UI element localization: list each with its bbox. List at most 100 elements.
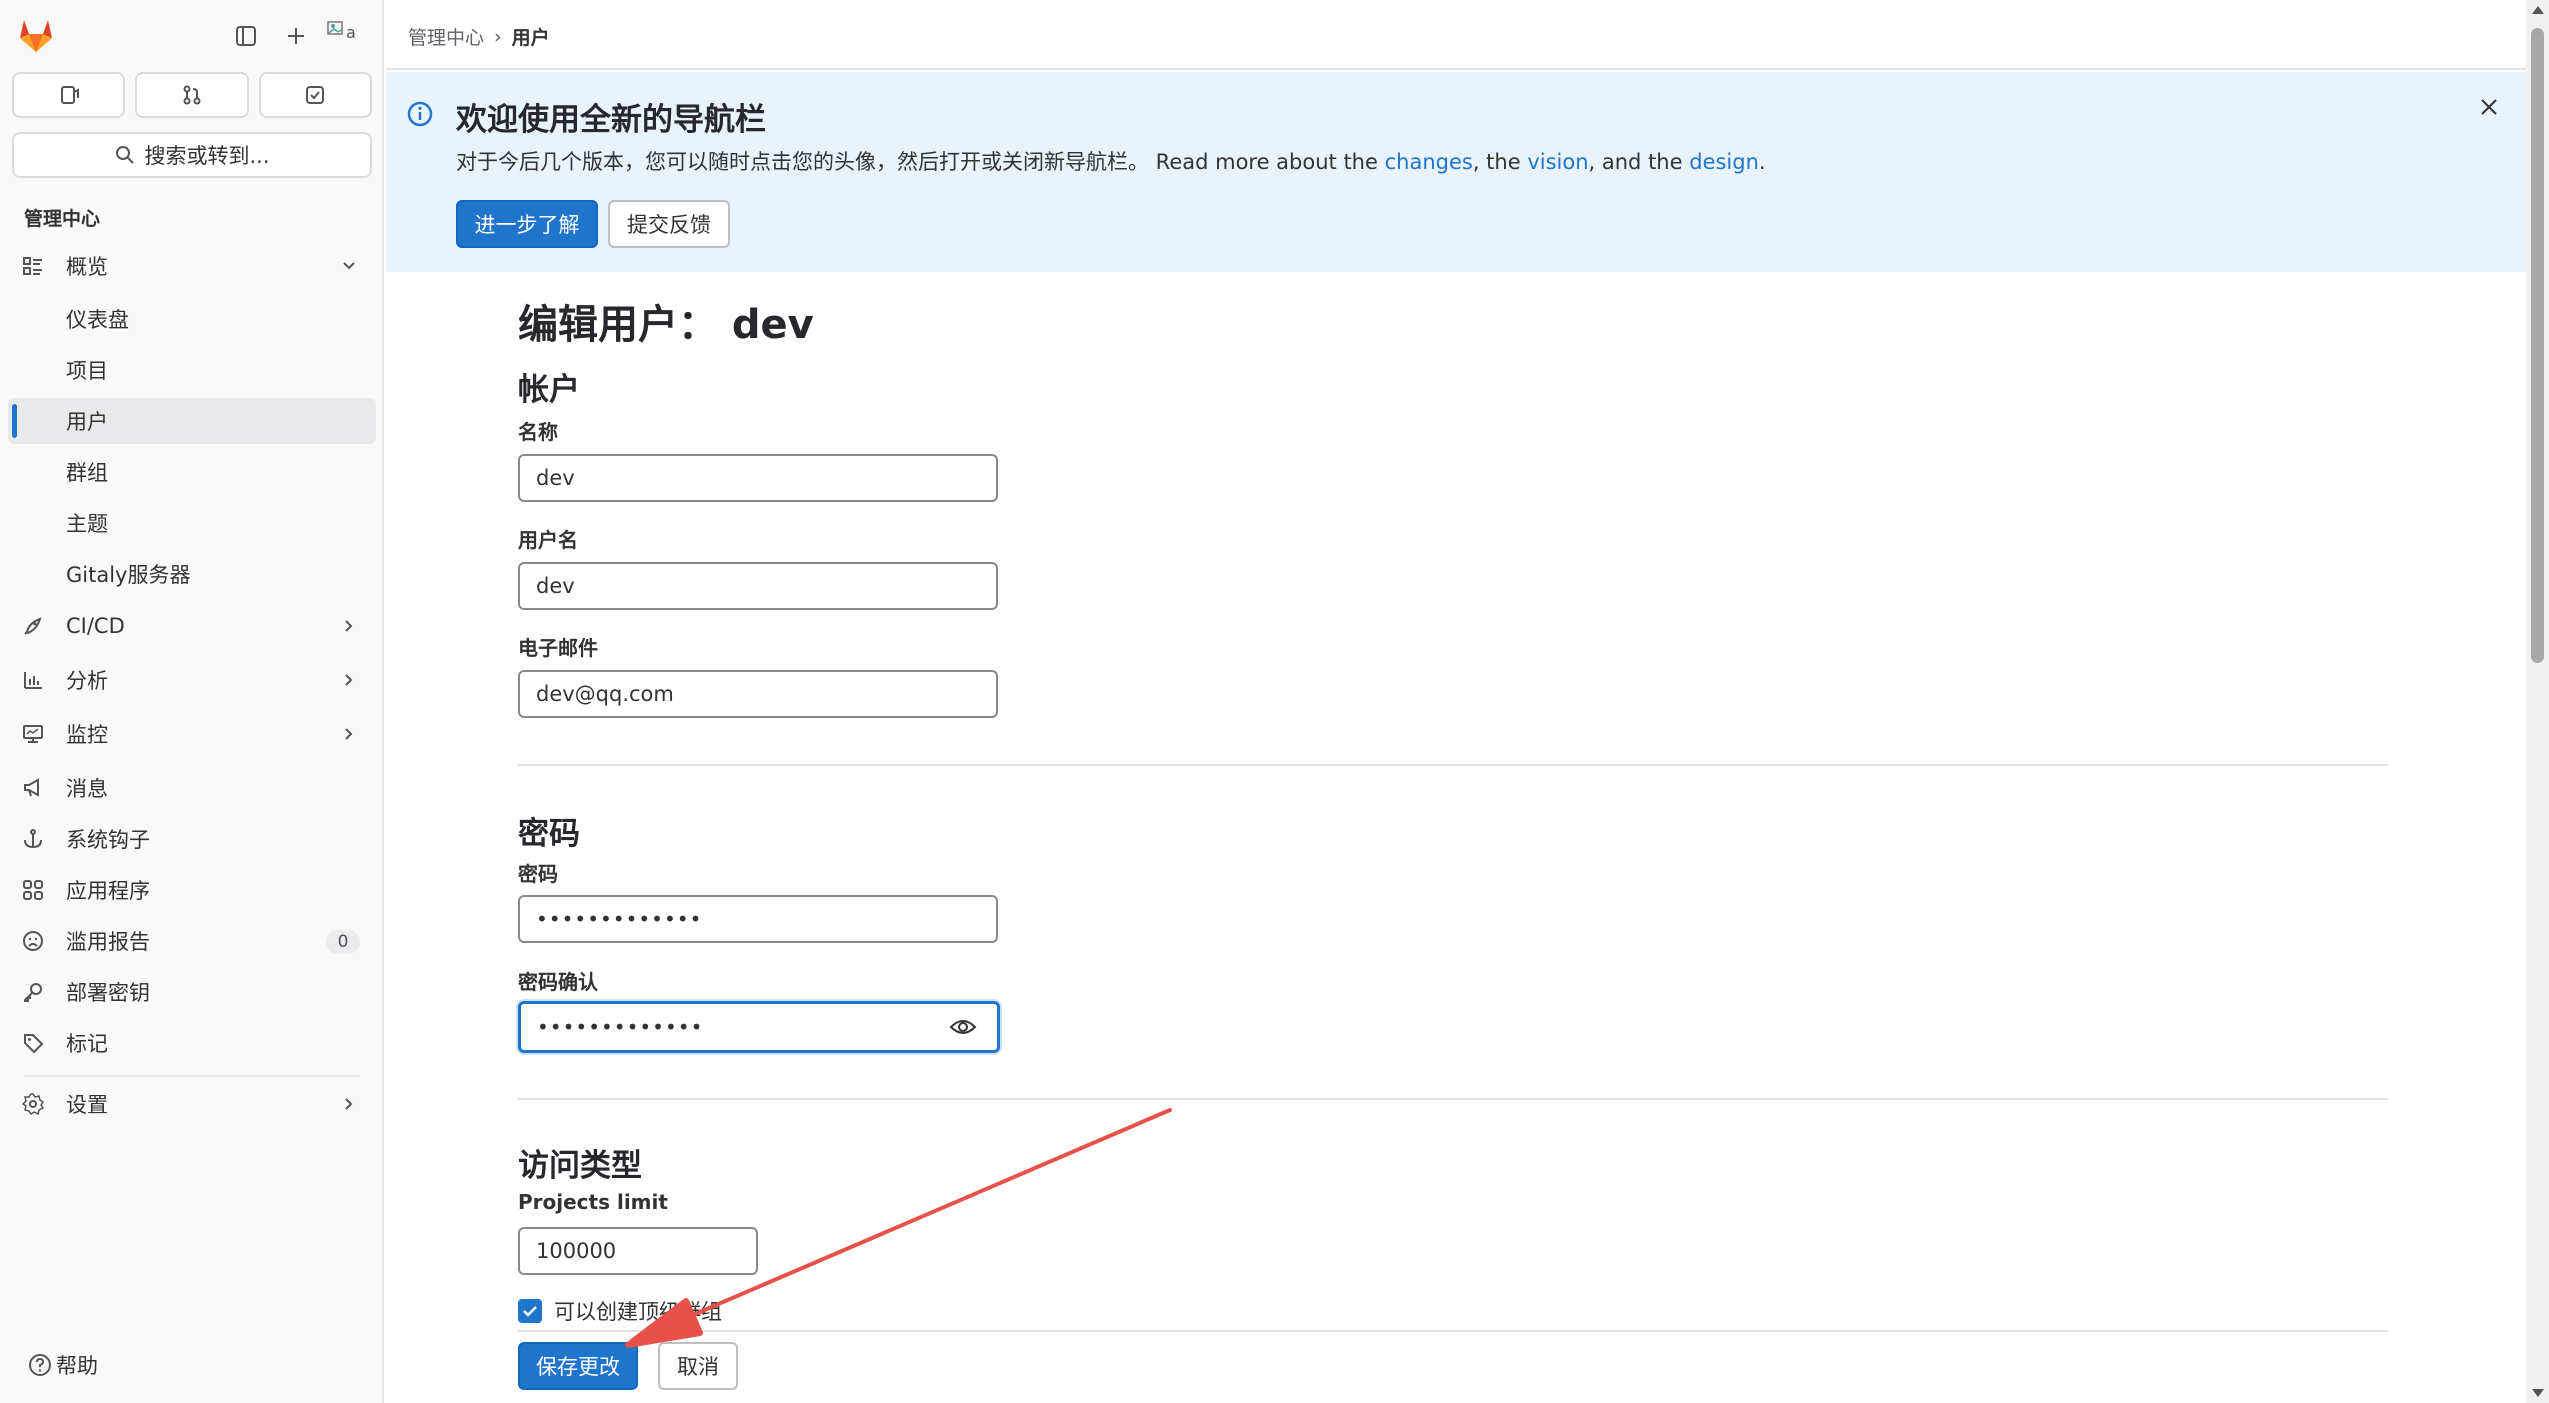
design-link[interactable]: design (1689, 150, 1759, 174)
chevron-right-icon (338, 1093, 360, 1120)
password-confirm-field[interactable]: ••••••••••••• (518, 1001, 1000, 1053)
sidebar-item-system-hooks[interactable]: 系统钩子 (8, 816, 376, 862)
learn-more-button[interactable]: 进一步了解 (456, 200, 598, 248)
sidebar: a 搜索或转到... 管理中心 概览 仪表盘 项目 用户 群组 主题 Gital… (0, 0, 384, 1403)
chevron-right-icon (338, 669, 360, 696)
sidebar-item-label: 系统钩子 (66, 828, 150, 852)
sidebar-item-deploy-keys[interactable]: 部署密钥 (8, 969, 376, 1015)
sidebar-item-label: 应用程序 (66, 879, 150, 903)
new-navigation-banner: 欢迎使用全新的导航栏 对于今后几个版本，您可以随时点击您的头像，然后打开或关闭新… (386, 72, 2526, 272)
sidebar-item-label: 仪表盘 (66, 308, 129, 332)
sidebar-item-dashboard[interactable]: 仪表盘 (8, 296, 376, 342)
quick-actions (12, 72, 372, 118)
sidebar-top: a (0, 0, 384, 70)
label-icon (22, 1032, 62, 1054)
megaphone-icon (22, 777, 62, 799)
close-icon[interactable] (2478, 96, 2500, 124)
sidebar-item-label: 分析 (66, 669, 108, 693)
sidebar-item-label: 设置 (66, 1093, 108, 1117)
sidebar-item-labels[interactable]: 标记 (8, 1020, 376, 1066)
todos-button[interactable] (258, 72, 372, 118)
sidebar-item-label: CI/CD (66, 614, 125, 638)
banner-text-mid: , and the (1588, 150, 1690, 174)
cancel-button[interactable]: 取消 (658, 1342, 738, 1390)
chevron-down-icon (338, 255, 360, 282)
can-create-group-label[interactable]: 可以创建顶级群组 (554, 1296, 722, 1326)
search-icon (116, 146, 135, 164)
password-section-title: 密码 (518, 816, 580, 852)
sidebar-item-overview[interactable]: 概览 (8, 243, 376, 289)
can-create-group-row: 可以创建顶级群组 (518, 1296, 722, 1326)
scrollbar-thumb[interactable] (2531, 28, 2544, 663)
feedback-button[interactable]: 提交反馈 (608, 200, 730, 248)
top-bar: 管理中心 › 用户 (386, 0, 2526, 70)
email-label: 电子邮件 (518, 636, 598, 660)
sidebar-item-messages[interactable]: 消息 (8, 765, 376, 811)
sidebar-item-label: 用户 (66, 410, 108, 434)
scroll-up-arrow-icon[interactable] (2532, 6, 2544, 14)
scrollbar[interactable] (2526, 0, 2549, 1403)
sidebar-item-groups[interactable]: 群组 (8, 449, 376, 495)
help-label: 帮助 (56, 1354, 98, 1378)
email-field[interactable]: dev@qq.com (518, 670, 998, 718)
sidebar-item-topics[interactable]: 主题 (8, 500, 376, 546)
collapse-sidebar-icon[interactable] (226, 16, 266, 56)
info-icon (406, 100, 434, 134)
monitor-icon (22, 723, 62, 745)
rocket-icon (22, 615, 62, 637)
sidebar-item-label: 监控 (66, 723, 108, 747)
gitlab-logo-icon[interactable] (16, 16, 56, 54)
name-field[interactable]: dev (518, 454, 998, 502)
sidebar-item-cicd[interactable]: CI/CD (8, 603, 376, 649)
breadcrumb-current[interactable]: 用户 (512, 23, 550, 50)
projects-limit-field[interactable]: 100000 (518, 1227, 758, 1275)
section-divider (518, 1330, 2388, 1332)
sidebar-item-gitaly[interactable]: Gitaly服务器 (8, 551, 376, 597)
check-icon (523, 1306, 537, 1317)
email-value: dev@qq.com (536, 682, 674, 706)
changes-link[interactable]: changes (1385, 150, 1473, 174)
sidebar-item-projects[interactable]: 项目 (8, 347, 376, 393)
sidebar-item-label: 滥用报告 (66, 930, 150, 954)
issues-icon (60, 86, 79, 104)
anchor-icon (22, 828, 62, 850)
breadcrumb-admin-link[interactable]: 管理中心 (408, 23, 484, 50)
password-field[interactable]: ••••••••••••• (518, 895, 998, 943)
sidebar-divider (24, 1075, 360, 1077)
sidebar-item-analytics[interactable]: 分析 (8, 657, 376, 703)
sidebar-item-applications[interactable]: 应用程序 (8, 867, 376, 913)
help-button[interactable]: 帮助 (28, 1350, 98, 1380)
projects-limit-label: Projects limit (518, 1190, 668, 1214)
issues-button[interactable] (12, 72, 126, 118)
search-label: 搜索或转到... (144, 144, 270, 168)
banner-text-end: . (1758, 150, 1766, 174)
sidebar-item-settings[interactable]: 设置 (8, 1081, 376, 1127)
merge-requests-button[interactable] (135, 72, 249, 118)
sidebar-section-title: 管理中心 (24, 208, 101, 230)
projects-limit-value: 100000 (536, 1239, 617, 1263)
sidebar-item-abuse-reports[interactable]: 滥用报告 0 (8, 918, 376, 964)
avatar[interactable]: a (326, 18, 366, 54)
chevron-right-icon (338, 723, 360, 750)
can-create-group-checkbox[interactable] (518, 1299, 542, 1323)
eye-icon[interactable] (949, 1016, 977, 1043)
save-button[interactable]: 保存更改 (518, 1342, 638, 1390)
search-button[interactable]: 搜索或转到... (12, 132, 372, 178)
vision-link[interactable]: vision (1527, 150, 1588, 174)
password-label: 密码 (518, 862, 558, 886)
edit-user-form: 编辑用户： dev 帐户 名称 dev 用户名 dev 电子邮件 dev@qq.… (386, 272, 2526, 1403)
sidebar-item-monitoring[interactable]: 监控 (8, 711, 376, 757)
username-field[interactable]: dev (518, 562, 998, 610)
overview-icon (22, 255, 62, 277)
scroll-down-arrow-icon[interactable] (2532, 1389, 2544, 1397)
sidebar-item-users[interactable]: 用户 (8, 398, 376, 444)
banner-text: 对于今后几个版本，您可以随时点击您的头像，然后打开或关闭新导航栏。 Read m… (456, 146, 1766, 176)
access-section-title: 访问类型 (518, 1148, 642, 1184)
sidebar-item-label: 标记 (66, 1032, 108, 1056)
plus-icon[interactable] (276, 16, 316, 56)
banner-text-mid: , the (1472, 150, 1528, 174)
name-value: dev (536, 466, 575, 490)
password-value: ••••••••••••• (536, 907, 703, 931)
banner-title: 欢迎使用全新的导航栏 (456, 102, 766, 138)
name-label: 名称 (518, 420, 558, 444)
